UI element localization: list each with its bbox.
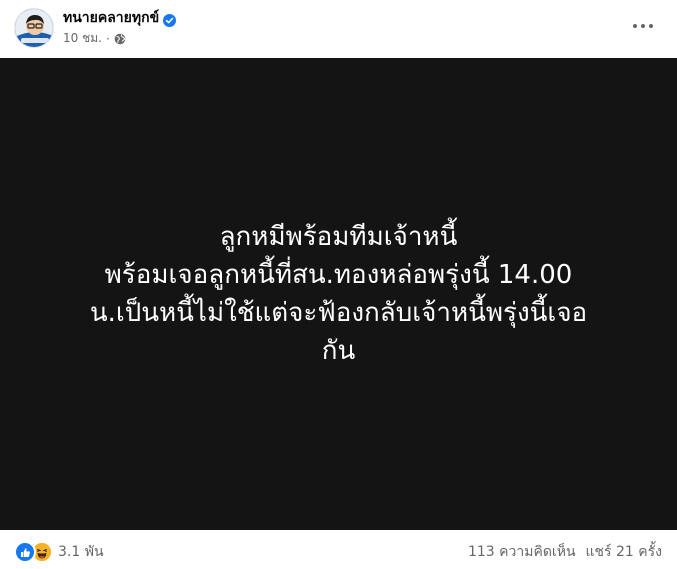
more-options-icon-dot <box>641 24 645 28</box>
post-timestamp[interactable]: 10 ชม. <box>63 29 102 48</box>
comments-count[interactable]: 113 ความคิดเห็น <box>468 541 576 563</box>
author-name[interactable]: ทนายคลายทุกข์ <box>63 9 159 27</box>
avatar-image <box>15 9 53 47</box>
meta-separator: · <box>105 31 110 46</box>
more-options-button[interactable] <box>625 12 661 40</box>
post-image-text: ลูกหมีพร้อมทีมเจ้าหนี้ พร้อมเจอลูกหนี้ที… <box>89 222 588 366</box>
post-header: ทนายคลายทุกข์ 10 ชม. · <box>0 0 677 58</box>
more-options-icon-dot <box>633 24 637 28</box>
author-row: ทนายคลายทุกข์ <box>63 9 177 27</box>
globe-icon[interactable] <box>114 33 126 45</box>
post-text-image[interactable]: ลูกหมีพร้อมทีมเจ้าหนี้ พร้อมเจอลูกหนี้ที… <box>0 58 677 530</box>
post-footer: 3.1 พัน 113 ความคิดเห็น แชร์ 21 ครั้ง <box>0 530 677 569</box>
reactions-summary[interactable]: 3.1 พัน <box>14 541 104 563</box>
like-reaction-icon <box>14 541 36 563</box>
more-options-icon-dot <box>649 24 653 28</box>
author-avatar[interactable] <box>14 8 54 48</box>
post-meta: 10 ชม. · <box>63 29 126 48</box>
reaction-count[interactable]: 3.1 พัน <box>58 541 104 563</box>
engagement-stats: 113 ความคิดเห็น แชร์ 21 ครั้ง <box>468 541 662 563</box>
verified-badge-icon <box>163 12 177 27</box>
shares-count[interactable]: แชร์ 21 ครั้ง <box>586 541 662 563</box>
